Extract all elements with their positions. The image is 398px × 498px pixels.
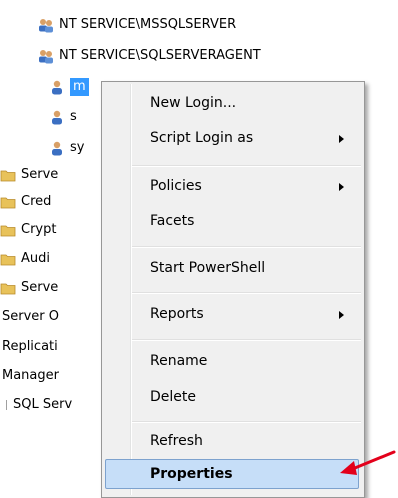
menu-gutter [130,84,132,495]
tree-node-label: m [70,78,89,96]
tree-node-label: NT SERVICE\MSSQLSERVER [59,17,237,32]
menu-item-label: Policies [150,178,202,194]
user-icon [49,79,65,95]
tree-node[interactable]: SQL Serv [2,394,72,416]
tree-node-label: Replicati [2,339,58,354]
menu-item-label: Script Login as [150,130,254,146]
tree-node-label: Server O [2,309,59,324]
menu-item-policies[interactable]: Policies [150,172,202,200]
submenu-arrow-icon [339,135,344,143]
tree-node[interactable]: Replicati [2,336,58,358]
menu-separator [132,246,361,248]
menu-item-script-login-as[interactable]: Script Login as [150,124,253,152]
user-icon [49,109,65,125]
tree-node-label: s [70,109,77,124]
submenu-arrow-icon [339,311,344,319]
tree-node-login[interactable]: NT SERVICE\MSSQLSERVER [38,14,236,36]
annotation-arrow-icon [340,450,396,475]
submenu-arrow-icon [339,183,344,191]
tree-node-label: NT SERVICE\SQLSERVERAGENT [59,48,261,63]
tree-node-folder[interactable]: Serve [0,164,58,186]
tree-node-label: Serve [21,167,59,182]
group-icon [38,17,54,33]
tree-node-label: Crypt [21,222,57,237]
tree-node-login[interactable]: NT SERVICE\SQLSERVERAGENT [38,45,261,67]
menu-item-properties[interactable]: Properties [150,460,233,488]
tree-node-login[interactable]: s [49,106,77,128]
menu-separator [132,339,361,341]
folder-icon [0,251,16,267]
tree-node-login[interactable]: sy [49,137,84,159]
folder-icon [0,280,16,296]
tree-node-folder[interactable]: Cred [0,191,51,213]
menu-item-label: Reports [150,306,204,322]
menu-item-label: Facets [150,213,195,229]
menu-item-reports[interactable]: Reports [150,300,204,328]
tree-node-label: Cred [21,194,52,209]
menu-item-label: Properties [150,466,233,482]
menu-item-delete[interactable]: Delete [150,383,196,411]
tree-node-folder[interactable]: Audi [0,248,50,270]
menu-item-label: Refresh [150,433,203,449]
menu-separator [132,165,361,167]
menu-item-start-powershell[interactable]: Start PowerShell [150,254,265,282]
menu-item-refresh[interactable]: Refresh [150,427,203,455]
tree-node-login-selected[interactable]: m [49,76,89,98]
tree-node-label: SQL Serv [13,397,73,412]
menu-item-label: Rename [150,353,208,369]
context-menu: New Login... Script Login as Policies Fa… [101,81,365,498]
menu-item-facets[interactable]: Facets [150,207,194,235]
menu-item-label: New Login... [150,95,237,111]
tree-node-label: sy [70,140,85,155]
user-icon [49,140,65,156]
tree-node-folder[interactable]: Serve [0,277,58,299]
tree-node[interactable]: Server O [2,306,59,328]
tree-guide-line [6,400,7,410]
menu-item-label: Start PowerShell [150,260,266,276]
tree-node-label: Manager [2,368,59,383]
menu-item-rename[interactable]: Rename [150,347,207,375]
tree-node-folder[interactable]: Crypt [0,219,56,241]
folder-icon [0,167,16,183]
tree-node-label: Serve [21,280,59,295]
group-icon [38,48,54,64]
menu-item-new-login[interactable]: New Login... [150,89,236,117]
menu-item-label: Delete [150,389,196,405]
tree-node-label: Audi [21,251,50,266]
tree-node[interactable]: Manager [2,365,59,387]
folder-icon [0,222,16,238]
menu-separator [132,292,361,294]
folder-icon [0,194,16,210]
menu-separator [132,421,361,423]
